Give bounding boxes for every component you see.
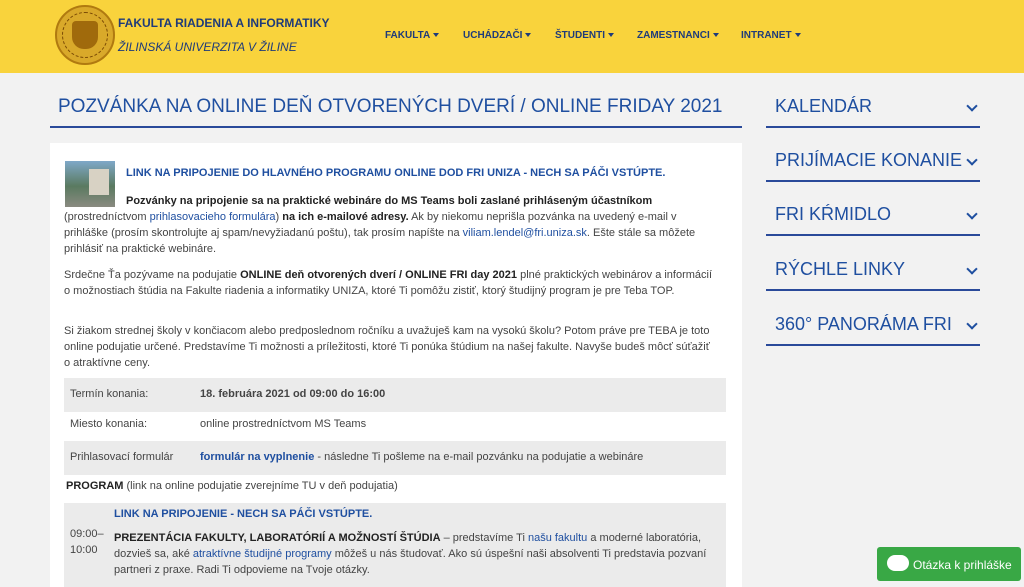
nav-fakulta[interactable]: FAKULTA bbox=[385, 30, 440, 41]
program-join-link[interactable]: LINK NA PRIPOJENIE - NECH SA PÁČI VSTÚPT… bbox=[114, 506, 372, 522]
info-row-place: Miesto konania: online prostredníctvom M… bbox=[70, 418, 367, 430]
program-item: LINK NA PRIPOJENIE - NECH SA PÁČI VSTÚPT… bbox=[64, 503, 726, 587]
caret-down-icon bbox=[794, 33, 801, 38]
main-program-link[interactable]: LINK NA PRIPOJENIE DO HLAVNÉHO PROGRAMU … bbox=[126, 167, 665, 179]
email-link[interactable]: viliam.lendel@fri.uniza.sk bbox=[463, 227, 587, 239]
sidebar-prijimacie-konanie[interactable]: PRIJÍMACIE KONANIE bbox=[766, 144, 980, 182]
university-seal-logo[interactable] bbox=[55, 5, 115, 65]
paragraph-invitations: Pozvánky na pripojenie sa na praktické w… bbox=[64, 195, 696, 255]
site-header: FAKULTA RIADENIA A INFORMATIKY ŽILINSKÁ … bbox=[0, 0, 1024, 73]
program-time: 09:00– 10:00 bbox=[70, 528, 104, 556]
caret-down-icon bbox=[433, 33, 440, 38]
our-faculty-link[interactable]: našu fakultu bbox=[528, 532, 587, 544]
sidebar-kalendar[interactable]: KALENDÁR bbox=[766, 90, 980, 128]
chevron-down-icon bbox=[966, 263, 978, 275]
article-card: LINK NA PRIPOJENIE DO HLAVNÉHO PROGRAMU … bbox=[50, 143, 742, 587]
info-row-date: Termín konania: 18. februára 2021 od 09:… bbox=[64, 378, 726, 412]
nav-studenti[interactable]: ŠTUDENTI bbox=[555, 30, 614, 41]
info-row-form: Prihlasovací formulár formulár na vyplne… bbox=[64, 441, 726, 475]
chat-question-button[interactable]: Otázka k prihláške bbox=[877, 547, 1021, 581]
caret-down-icon bbox=[525, 33, 532, 38]
paragraph-welcome: Srdečne Ťa pozývame na podujatie ONLINE … bbox=[64, 269, 713, 297]
sidebar-fri-krmidlo[interactable]: FRI KŔMIDLO bbox=[766, 198, 980, 236]
sidebar-rychle-linky[interactable]: RÝCHLE LINKY bbox=[766, 253, 980, 291]
faculty-name[interactable]: FAKULTA RIADENIA A INFORMATIKY bbox=[118, 16, 330, 30]
caret-down-icon bbox=[608, 33, 614, 38]
university-name[interactable]: ŽILINSKÁ UNIVERZITA V ŽILINE bbox=[118, 40, 297, 54]
title-underline bbox=[50, 126, 742, 128]
nav-uchadzaci[interactable]: UCHÁDZAČI bbox=[463, 30, 532, 41]
chevron-down-icon bbox=[966, 318, 978, 330]
nav-zamestnanci[interactable]: ZAMESTNANCI bbox=[637, 30, 719, 41]
chat-bubble-icon bbox=[887, 555, 909, 571]
study-programs-link[interactable]: atraktívne študijné programy bbox=[193, 548, 332, 560]
nav-intranet[interactable]: INTRANET bbox=[741, 30, 801, 41]
form-fill-link[interactable]: formulár na vyplnenie bbox=[200, 451, 314, 463]
program-heading: PROGRAM (link na online podujatie zverej… bbox=[66, 480, 398, 492]
sidebar-panorama[interactable]: 360° PANORÁMA FRI bbox=[766, 308, 980, 346]
chevron-down-icon bbox=[966, 208, 978, 220]
paragraph-students: Si žiakom strednej školy v končiacom ale… bbox=[64, 325, 710, 369]
program-description: PREZENTÁCIA FAKULTY, LABORATÓRIÍ A MOŽNO… bbox=[114, 532, 707, 576]
registration-form-link[interactable]: prihlasovacieho formulára bbox=[150, 211, 276, 223]
chevron-down-icon bbox=[966, 100, 978, 112]
caret-down-icon bbox=[712, 33, 719, 38]
chevron-down-icon bbox=[966, 154, 978, 166]
page-title: POZVÁNKA NA ONLINE DEŇ OTVORENÝCH DVERÍ … bbox=[58, 96, 723, 117]
